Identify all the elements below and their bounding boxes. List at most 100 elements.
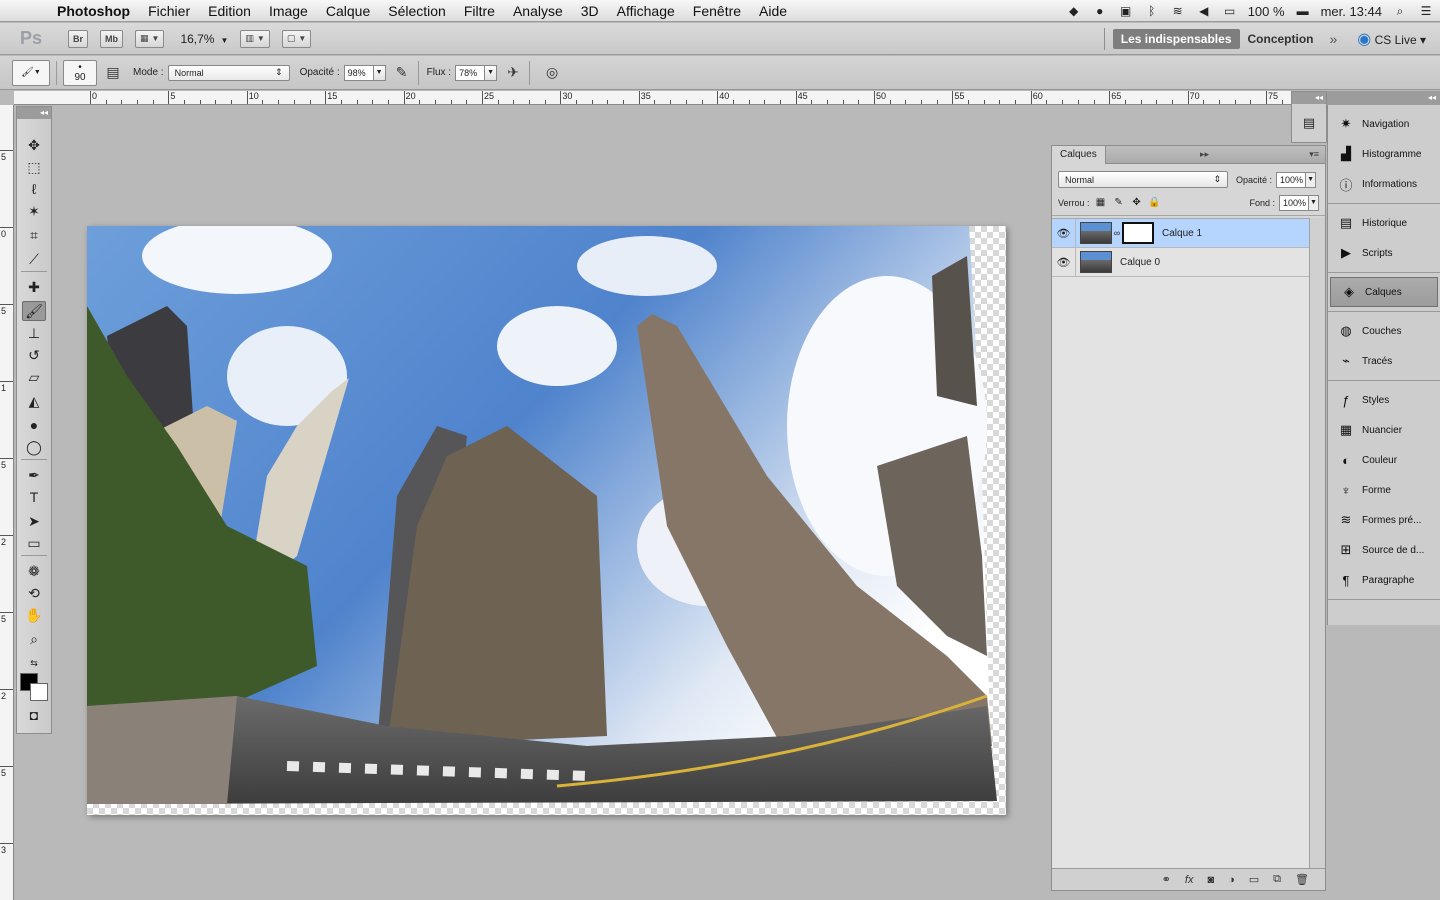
opacity-input[interactable]: 98% <box>343 64 374 81</box>
dock-item-histogram[interactable]: ▟ Histogramme <box>1328 139 1440 169</box>
layer-opacity-input[interactable]: 100% <box>1276 171 1307 188</box>
opacity-dropdown-icon[interactable]: ▼ <box>373 64 386 81</box>
menu-calque[interactable]: Calque <box>317 3 379 19</box>
delete-layer-icon[interactable]: 🗑 <box>1295 873 1309 886</box>
dock-collapse-icon[interactable]: ◂◂ <box>1327 91 1440 105</box>
document-canvas[interactable] <box>87 226 1006 815</box>
cs-live-button[interactable]: ◉ CS Live ▾ <box>1357 29 1426 49</box>
eraser-tool-icon[interactable]: ▱ <box>22 367 46 387</box>
layer-row-calque-1[interactable]: 👁 ∞ Calque 1 <box>1052 218 1309 248</box>
layer-style-fx-icon[interactable]: fx <box>1185 874 1194 886</box>
menu-fenetre[interactable]: Fenêtre <box>684 3 750 19</box>
healing-brush-tool-icon[interactable]: ✚ <box>22 277 46 297</box>
view-extras-button[interactable]: ▦ ▼ <box>135 29 165 48</box>
blend-mode-select[interactable]: Normal ⇕ <box>1058 171 1228 188</box>
menu-fichier[interactable]: Fichier <box>139 3 199 19</box>
panel-menu-icon[interactable]: ▾≡ <box>1309 149 1319 160</box>
tab-calques[interactable]: Calques <box>1052 145 1106 164</box>
mini-bridge-button[interactable]: Mb <box>100 29 124 48</box>
notification-icon[interactable]: ● <box>1092 4 1108 18</box>
adjustment-layer-icon[interactable]: ◑ <box>1228 874 1235 886</box>
history-brush-tool-icon[interactable]: ↺ <box>22 345 46 365</box>
layer-row-calque-0[interactable]: 👁 Calque 0 <box>1052 247 1309 277</box>
lock-pixels-icon[interactable]: ✎ <box>1112 196 1126 210</box>
menu-affichage[interactable]: Affichage <box>608 3 684 19</box>
marquee-tool-icon[interactable]: ⬚ <box>22 157 46 177</box>
dock-item-clone-source[interactable]: ⊞ Source de d... <box>1328 535 1440 565</box>
paint-bucket-tool-icon[interactable]: ◭ <box>22 391 46 411</box>
mode-select[interactable]: Normal ⇕ <box>167 64 290 81</box>
workspace-design[interactable]: Conception <box>1240 29 1322 49</box>
lock-transparency-icon[interactable]: ▦ <box>1094 196 1108 210</box>
toolbox-collapse-icon[interactable]: ◂◂ <box>17 107 51 119</box>
link-layers-icon[interactable]: ⚭ <box>1162 873 1171 886</box>
brush-panel-icon[interactable]: ▤ <box>1298 112 1320 134</box>
menu-analyse[interactable]: Analyse <box>504 3 572 19</box>
keyboard-icon[interactable]: ▭ <box>1222 4 1238 18</box>
menu-aide[interactable]: Aide <box>750 3 796 19</box>
layer-thumbnail[interactable] <box>1080 222 1112 244</box>
pressure-size-icon[interactable]: ◎ <box>542 63 562 83</box>
visibility-eye-icon[interactable]: 👁 <box>1052 218 1076 248</box>
clone-stamp-tool-icon[interactable]: ⊥ <box>22 323 46 343</box>
zoom-tool-icon[interactable]: ⌕ <box>22 629 46 649</box>
dock-item-paths[interactable]: ⌁ Tracés <box>1328 346 1440 376</box>
path-selection-tool-icon[interactable]: ➤ <box>22 511 46 531</box>
layers-scrollbar[interactable] <box>1309 218 1325 869</box>
battery-percent[interactable]: 100 % <box>1248 4 1285 19</box>
new-group-icon[interactable]: ▭ <box>1249 873 1259 886</box>
hand-tool-icon[interactable]: ✋ <box>22 605 46 625</box>
horizontal-ruler[interactable]: 0 5 10 15 20 25 30 35 40 45 50 55 60 65 70 75 <box>14 91 1291 105</box>
dock-item-info[interactable]: ⓘ Informations <box>1328 169 1440 199</box>
eyedropper-tool-icon[interactable]: ⟋ <box>22 249 46 269</box>
bluetooth-icon[interactable]: ᛒ <box>1144 4 1160 18</box>
fill-dropdown-icon[interactable]: ▼ <box>1309 194 1319 211</box>
fill-input[interactable]: 100% <box>1279 194 1309 211</box>
menu-3d[interactable]: 3D <box>572 3 608 19</box>
dock-item-swatches[interactable]: ▦ Nuancier <box>1328 415 1440 445</box>
layer-thumbnail[interactable] <box>1080 251 1112 273</box>
brush-size-picker[interactable]: • 90 <box>63 59 97 86</box>
dock-item-layers[interactable]: ◈ Calques <box>1330 277 1438 307</box>
dock-item-styles[interactable]: ƒ Styles <box>1328 385 1440 415</box>
dock-item-brush-shape[interactable]: ♆ Forme <box>1328 475 1440 505</box>
airbrush-icon[interactable]: ✈ <box>503 63 523 83</box>
background-color-swatch[interactable] <box>30 683 48 701</box>
app-menu[interactable]: Photoshop <box>48 3 139 19</box>
menu-edition[interactable]: Edition <box>199 3 260 19</box>
3d-orbit-tool-icon[interactable]: ⟲ <box>22 583 46 603</box>
dock-item-color[interactable]: ◐ Couleur <box>1328 445 1440 475</box>
bridge-button[interactable]: Br <box>68 29 89 48</box>
brush-panel-toggle-icon[interactable]: ▤ <box>103 63 123 83</box>
collapse-column-icon[interactable]: ◂◂ <box>1292 92 1326 104</box>
lock-position-icon[interactable]: ✥ <box>1130 196 1144 210</box>
swap-colors-icon[interactable]: ⇆ <box>22 653 46 673</box>
layer-mask-thumbnail[interactable] <box>1122 222 1154 244</box>
dodge-tool-icon[interactable]: ◯ <box>22 437 46 457</box>
tool-preset-picker[interactable]: 🖌 ▼ <box>12 59 50 86</box>
pressure-opacity-icon[interactable]: ✎ <box>392 63 412 83</box>
layer-opacity-dropdown-icon[interactable]: ▼ <box>1306 171 1317 188</box>
vertical-ruler[interactable]: 5 0 5 1 5 2 5 2 5 3 <box>0 105 14 900</box>
menu-filtre[interactable]: Filtre <box>455 3 504 19</box>
visibility-eye-icon[interactable]: 👁 <box>1052 247 1076 277</box>
blur-tool-icon[interactable]: ● <box>22 415 46 435</box>
spotlight-search-icon[interactable]: ⌕ <box>1392 4 1408 18</box>
dock-item-actions[interactable]: ▶ Scripts <box>1328 238 1440 268</box>
app-status-icon[interactable]: ▣ <box>1118 4 1134 18</box>
crop-tool-icon[interactable]: ⌗ <box>22 225 46 245</box>
quick-selection-tool-icon[interactable]: ✶ <box>22 201 46 221</box>
dock-item-navigator[interactable]: ✷ Navigation <box>1328 109 1440 139</box>
notification-center-icon[interactable]: ☰ <box>1418 4 1434 18</box>
lasso-tool-icon[interactable]: ℓ <box>22 179 46 199</box>
mask-link-icon[interactable]: ∞ <box>1112 228 1122 238</box>
more-workspaces-icon[interactable]: » <box>1330 31 1338 47</box>
pen-tool-icon[interactable]: ✒ <box>22 465 46 485</box>
quick-mask-icon[interactable]: ◘ <box>22 705 46 725</box>
shape-tool-icon[interactable]: ▭ <box>22 533 46 553</box>
dock-item-brush-presets[interactable]: ≋ Formes pré... <box>1328 505 1440 535</box>
clock[interactable]: mer. 13:44 <box>1321 4 1382 19</box>
new-layer-icon[interactable]: ⧉ <box>1273 873 1281 886</box>
panel-collapse-icon[interactable]: ▸▸ <box>1200 149 1209 160</box>
volume-icon[interactable]: ◀ <box>1196 4 1212 18</box>
